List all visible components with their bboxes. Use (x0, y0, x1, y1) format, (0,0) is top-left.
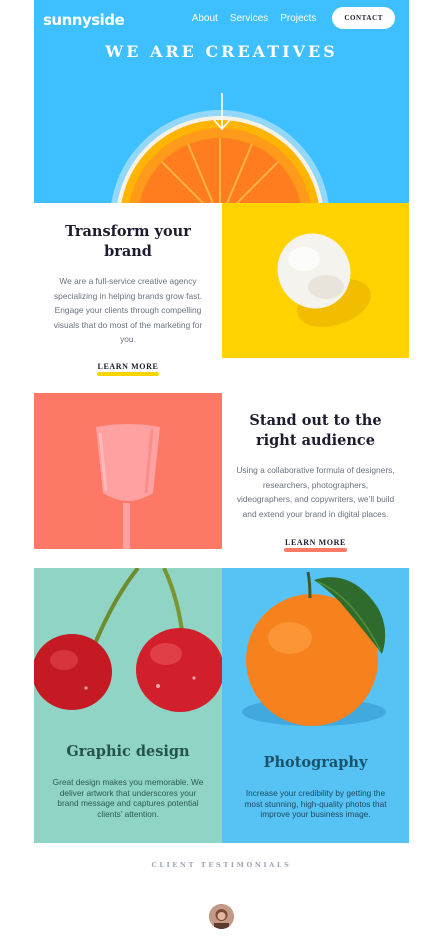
standout-heading: Stand out to the right audience (249, 412, 382, 449)
nav-link-projects[interactable]: Projects (280, 13, 316, 24)
graphic-design-title: Graphic design (66, 743, 190, 760)
graphic-design-body: Great design makes you memorable. We del… (52, 777, 204, 819)
transform-learn-more-link[interactable]: LEARN MORE (96, 362, 160, 376)
standout-body: Using a collaborative formula of designe… (236, 465, 395, 519)
link-highlight (96, 372, 160, 376)
nav-link-about[interactable]: About (192, 13, 218, 24)
photography-body: Increase your credibility by getting the… (244, 788, 387, 819)
graphic-design-card: Graphic design Great design makes you me… (34, 568, 222, 843)
contact-button[interactable]: CONTACT (332, 7, 395, 29)
link-highlight (284, 548, 347, 552)
logo[interactable]: sunnyside (43, 11, 125, 29)
hero-section: sunnyside About Services Projects CONTAC… (34, 0, 409, 203)
arrow-down-icon[interactable] (211, 92, 233, 132)
main-nav: About Services Projects CONTACT (192, 7, 395, 29)
transform-section: Transform your brand We are a full-servi… (34, 203, 409, 378)
photography-card: Photography Increase your credibility by… (222, 568, 409, 843)
avatar (209, 904, 234, 929)
egg-image (222, 203, 409, 358)
standout-text-panel: Stand out to the right audience Using a … (222, 393, 409, 568)
transform-heading: Transform your brand (65, 223, 191, 260)
hero-title: WE ARE CREATIVES (105, 42, 338, 61)
transform-body: We are a full-service creative agency sp… (53, 276, 203, 344)
photography-title: Photography (263, 754, 368, 771)
nav-link-services[interactable]: Services (230, 13, 268, 24)
transform-text-panel: Transform your brand We are a full-servi… (34, 203, 222, 378)
services-section: Graphic design Great design makes you me… (34, 568, 409, 843)
testimonials-heading: CLIENT TESTIMONIALS (151, 861, 292, 869)
standout-section: Stand out to the right audience Using a … (34, 393, 409, 552)
cup-image (34, 393, 222, 549)
standout-learn-more-link[interactable]: LEARN MORE (284, 538, 347, 552)
